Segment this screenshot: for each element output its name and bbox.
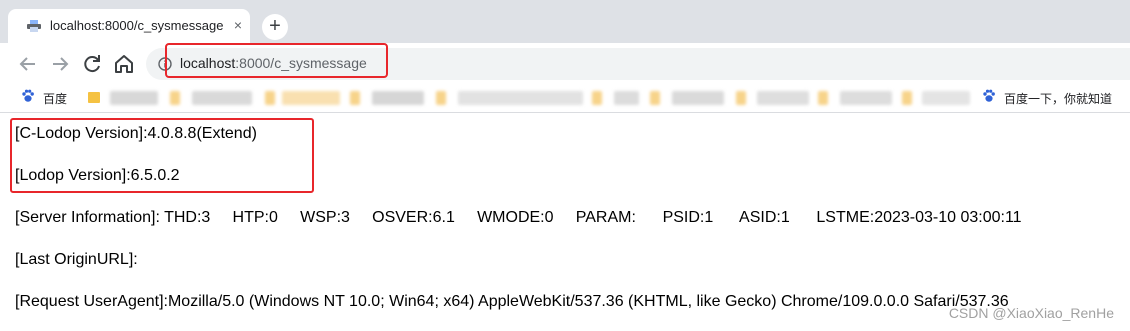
blurred-bookmark[interactable] [372,91,424,105]
back-icon[interactable] [16,52,40,76]
blurred-bookmark[interactable] [840,91,892,105]
bookmark-baidu[interactable]: 百度 [43,90,67,107]
bookmarks-bar: 百度 百度一下，你就知道 [0,85,1130,113]
reload-icon[interactable] [80,52,104,76]
blurred-bookmark[interactable] [110,91,158,105]
tab-close-icon[interactable]: × [230,17,246,33]
server-information: [Server Information]: THD:3 HTP:0 WSP:3 … [15,209,1022,226]
tab-strip: localhost:8000/c_sysmessage × + [0,0,1130,43]
blurred-bookmark[interactable] [192,91,252,105]
bookmark-baidu-search[interactable]: 百度一下，你就知道 [1004,90,1112,107]
blurred-bookmark[interactable] [672,91,724,105]
paw-icon [983,89,995,102]
blurred-bookmark[interactable] [902,91,912,105]
last-origin-url: [Last OriginURL]: [15,251,138,268]
blurred-bookmark[interactable] [436,91,446,105]
blurred-bookmark[interactable] [265,91,275,105]
blurred-bookmark[interactable] [614,91,639,105]
active-tab[interactable]: localhost:8000/c_sysmessage × [8,9,250,43]
blurred-bookmark[interactable] [736,91,746,105]
page-content: [C-Lodop Version]:4.0.8.8(Extend) [Lodop… [0,113,1130,331]
request-user-agent: [Request UserAgent]:Mozilla/5.0 (Windows… [15,293,1009,310]
new-tab-button[interactable]: + [262,14,288,40]
blurred-bookmark[interactable] [458,91,583,105]
blurred-bookmark[interactable] [650,91,660,105]
blurred-bookmark[interactable] [592,91,602,105]
home-icon[interactable] [112,52,136,76]
blurred-bookmark[interactable] [350,91,360,105]
blurred-bookmark[interactable] [922,91,970,105]
blurred-bookmark[interactable] [170,91,180,105]
csdn-watermark: CSDN @XiaoXiao_RenHe [948,305,1114,321]
folder-icon[interactable] [88,90,102,104]
blurred-bookmark[interactable] [818,91,828,105]
blurred-bookmark[interactable] [757,91,809,105]
forward-icon[interactable] [48,52,72,76]
tab-title: localhost:8000/c_sysmessage [50,18,224,33]
version-highlight-box [10,118,314,193]
url-highlight-box [165,43,388,78]
blurred-bookmark[interactable] [282,91,340,105]
paw-icon [22,89,34,102]
printer-favicon-icon [27,20,41,32]
